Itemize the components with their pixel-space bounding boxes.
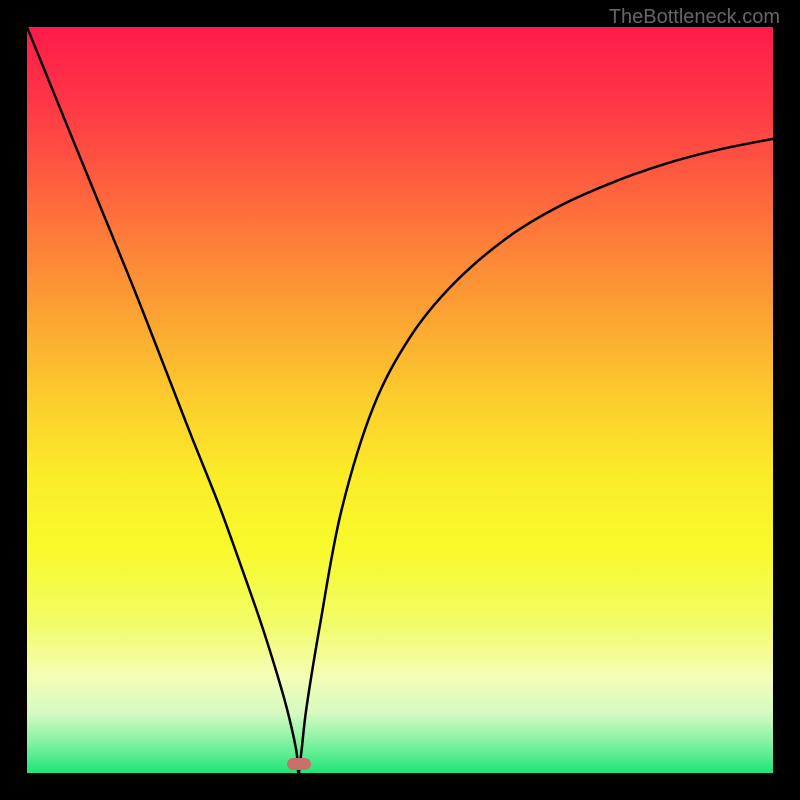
watermark-text: TheBottleneck.com [609, 6, 780, 29]
plot-area [27, 27, 773, 773]
minimum-marker [287, 758, 311, 770]
bottleneck-curve [27, 27, 773, 773]
